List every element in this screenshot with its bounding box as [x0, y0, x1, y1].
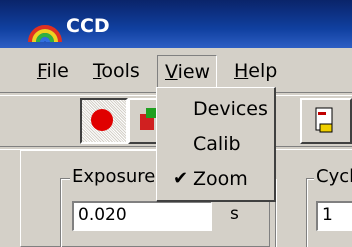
menu-help[interactable]: Help [231, 58, 280, 84]
menu-item-calib[interactable]: Calib [157, 127, 273, 161]
menu-tools[interactable]: Tools [90, 58, 143, 84]
document-button[interactable] [300, 98, 352, 144]
menu-view[interactable]: View [157, 55, 218, 88]
exposure-unit: s [230, 204, 239, 224]
title-bar: CCD [0, 0, 352, 48]
exposure-label: Exposure [70, 166, 158, 187]
menu-item-zoom[interactable]: ✔ Zoom [157, 162, 273, 196]
document-icon [315, 107, 333, 133]
view-menu-dropdown: Devices Calib ✔ Zoom [156, 87, 276, 202]
exposure-input[interactable]: 0.020 [72, 201, 212, 231]
checkmark-icon: ✔ [173, 168, 189, 189]
cycle-label: Cycl [314, 166, 352, 187]
window-title: CCD [66, 15, 110, 37]
menu-item-devices[interactable]: Devices [157, 92, 273, 126]
record-button[interactable] [80, 98, 128, 144]
record-red-circle-icon [91, 109, 113, 131]
cycle-input[interactable]: 1 [316, 201, 352, 231]
menu-file[interactable]: File [34, 58, 72, 84]
rainbow-app-icon [28, 25, 62, 42]
